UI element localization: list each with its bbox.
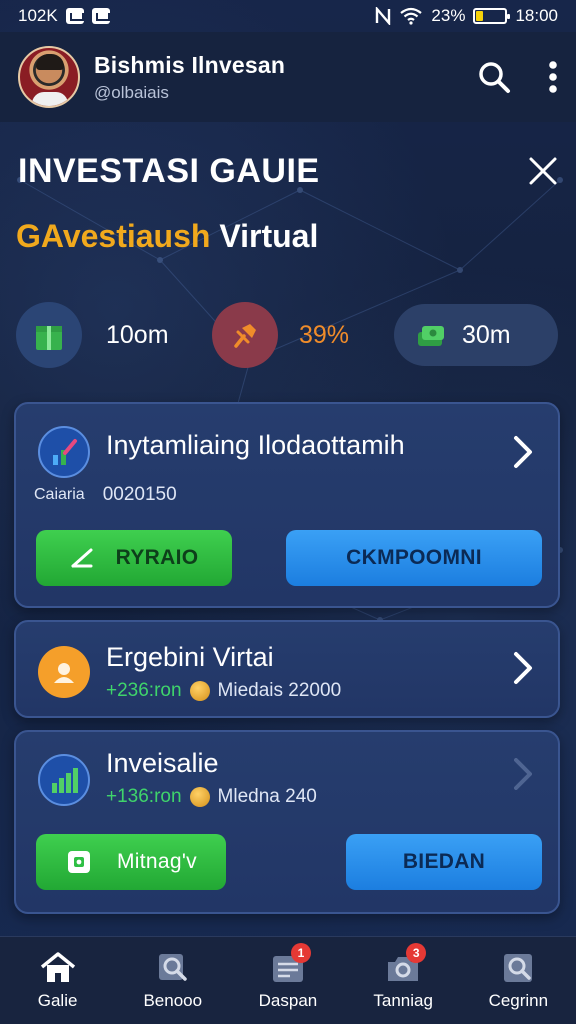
notification-icon xyxy=(65,8,84,24)
stats-row: 10om 39% 30m xyxy=(16,302,560,368)
card-title: Ergebini Virtai xyxy=(106,642,274,672)
nav-label-news: Daspan xyxy=(258,990,318,1010)
bottom-navigation: Galie Benooo 1 Daspan 3 Tanniag Cegrinn xyxy=(0,936,576,1024)
close-button[interactable] xyxy=(528,156,558,186)
nav-item-news[interactable]: 1 Daspan xyxy=(233,942,343,1011)
stat-value-1: 10om xyxy=(106,321,169,349)
status-bar: 102K 23% 18:00 xyxy=(0,0,576,32)
search-button[interactable] xyxy=(476,59,512,95)
avatar[interactable] xyxy=(18,46,80,108)
card-icon-badge xyxy=(38,754,90,806)
trend-icon xyxy=(71,548,93,568)
nav-label-scan: Cegrinn xyxy=(488,990,549,1010)
nav-label-camera: Tanniag xyxy=(373,990,433,1010)
notification-badge: 3 xyxy=(406,942,427,963)
card-secondary-label: BIEDAN xyxy=(402,850,486,873)
card-meta: +136:ron Mledna 240 xyxy=(106,786,317,808)
card-meta-value: Mledna 240 xyxy=(217,786,317,807)
status-time-left: 102K xyxy=(18,6,58,25)
status-left: 102K xyxy=(18,6,110,26)
page-subtitle: GAvestiaush Virtual xyxy=(16,218,318,255)
profile-handle: @olbaiais xyxy=(94,82,169,102)
coin-icon xyxy=(189,681,210,701)
close-icon xyxy=(529,157,557,185)
nav-item-scan[interactable]: Cegrinn xyxy=(463,951,573,1011)
card-secondary-button[interactable]: CKMPOOMNI xyxy=(286,530,542,586)
title-row: INVESTASI GAUIE xyxy=(18,145,558,197)
card-open-button[interactable] xyxy=(512,434,534,475)
chevron-right-icon xyxy=(514,436,532,468)
card-meta: +236:ron Miedais 22000 xyxy=(106,680,341,702)
app-header: Bishmis Ilnvesan @olbaiais xyxy=(0,32,576,122)
chevron-right-icon xyxy=(514,758,532,790)
search-doc-icon xyxy=(158,953,187,981)
pin-icon xyxy=(234,324,256,348)
nav-item-camera[interactable]: 3 Tanniag xyxy=(348,942,458,1011)
chevron-right-icon xyxy=(514,652,532,684)
search-frame-icon xyxy=(504,953,533,982)
subtitle-plain: Virtual xyxy=(219,218,319,254)
card-primary-button[interactable]: Mitnag'v xyxy=(36,834,226,890)
investment-card-2[interactable]: Ergebini Virtai +236:ron Miedais 22000 xyxy=(14,620,560,718)
stat-value-3: 30m xyxy=(462,320,511,349)
card-meta-change: +136:ron xyxy=(106,786,182,807)
card-open-button[interactable] xyxy=(512,650,534,691)
more-options-button[interactable] xyxy=(548,60,558,94)
card-primary-button[interactable]: RYRAIO xyxy=(36,530,232,586)
card-secondary-label: CKMPOOMNI xyxy=(346,546,482,569)
card-title: Inveisalie xyxy=(106,748,219,778)
more-vertical-icon xyxy=(549,61,557,93)
investment-card-1[interactable]: Inytamliaing Ilodaottamih Caiaria 002015… xyxy=(14,402,560,608)
rocket-chart-icon xyxy=(53,439,77,465)
battery-icon xyxy=(473,8,511,24)
nav-label-home: Galie xyxy=(37,990,78,1010)
mail-icon xyxy=(91,8,110,24)
card-meta: Caiaria 0020150 xyxy=(34,484,177,506)
cash-stack-icon xyxy=(418,326,444,346)
notification-badge: 1 xyxy=(290,942,311,963)
card-open-button[interactable] xyxy=(512,756,534,797)
investment-card-3[interactable]: Inveisalie +136:ron Mledna 240 Mitnag'v … xyxy=(14,730,560,914)
card-meta-change: +236:ron xyxy=(106,680,182,701)
nfc-icon xyxy=(376,7,391,25)
card-meta-value: 0020150 xyxy=(102,484,177,505)
card-meta-value: Miedais 22000 xyxy=(217,680,342,701)
app-screen: 102K 23% 18:00 Bishmis Ilnvesan @olbaiai… xyxy=(0,0,576,1024)
wallet-icon xyxy=(68,851,91,873)
profile-name: Bishmis Ilnvesan xyxy=(94,51,286,78)
battery-percent: 23% xyxy=(431,6,466,25)
card-icon-badge xyxy=(38,426,90,478)
profile-info: Bishmis Ilnvesan @olbaiais xyxy=(94,52,285,103)
bar-chart-icon xyxy=(52,768,78,793)
user-badge-icon xyxy=(54,663,74,683)
nav-item-search[interactable]: Benooo xyxy=(118,951,228,1011)
stat-value-2: 39% xyxy=(299,321,350,349)
nav-item-home[interactable]: Galie xyxy=(3,951,113,1011)
battery-fill xyxy=(476,11,484,21)
header-actions xyxy=(476,59,558,95)
status-time-right: 18:00 xyxy=(515,6,558,25)
card-title: Inytamliaing Ilodaottamih xyxy=(106,430,405,460)
wifi-icon xyxy=(400,7,423,25)
page-title: INVESTASI GAUIE xyxy=(18,151,320,190)
card-primary-label: RYRAIO xyxy=(115,546,199,569)
gift-icon xyxy=(36,326,62,350)
status-right: 23% 18:00 xyxy=(375,6,558,26)
stat-cash-pill[interactable]: 30m xyxy=(394,304,558,366)
card-icon-badge xyxy=(38,646,90,698)
stat-gift-badge[interactable] xyxy=(16,302,82,368)
coin-icon xyxy=(189,787,210,807)
card-primary-label: Mitnag'v xyxy=(117,850,197,873)
search-icon xyxy=(479,62,510,93)
card-secondary-button[interactable]: BIEDAN xyxy=(346,834,542,890)
home-icon xyxy=(40,951,75,982)
card-meta-label: Caiaria xyxy=(34,486,85,503)
subtitle-accent: GAvestiaush xyxy=(16,218,211,254)
nav-label-search: Benooo xyxy=(143,990,203,1010)
stat-pin-badge[interactable] xyxy=(212,302,278,368)
